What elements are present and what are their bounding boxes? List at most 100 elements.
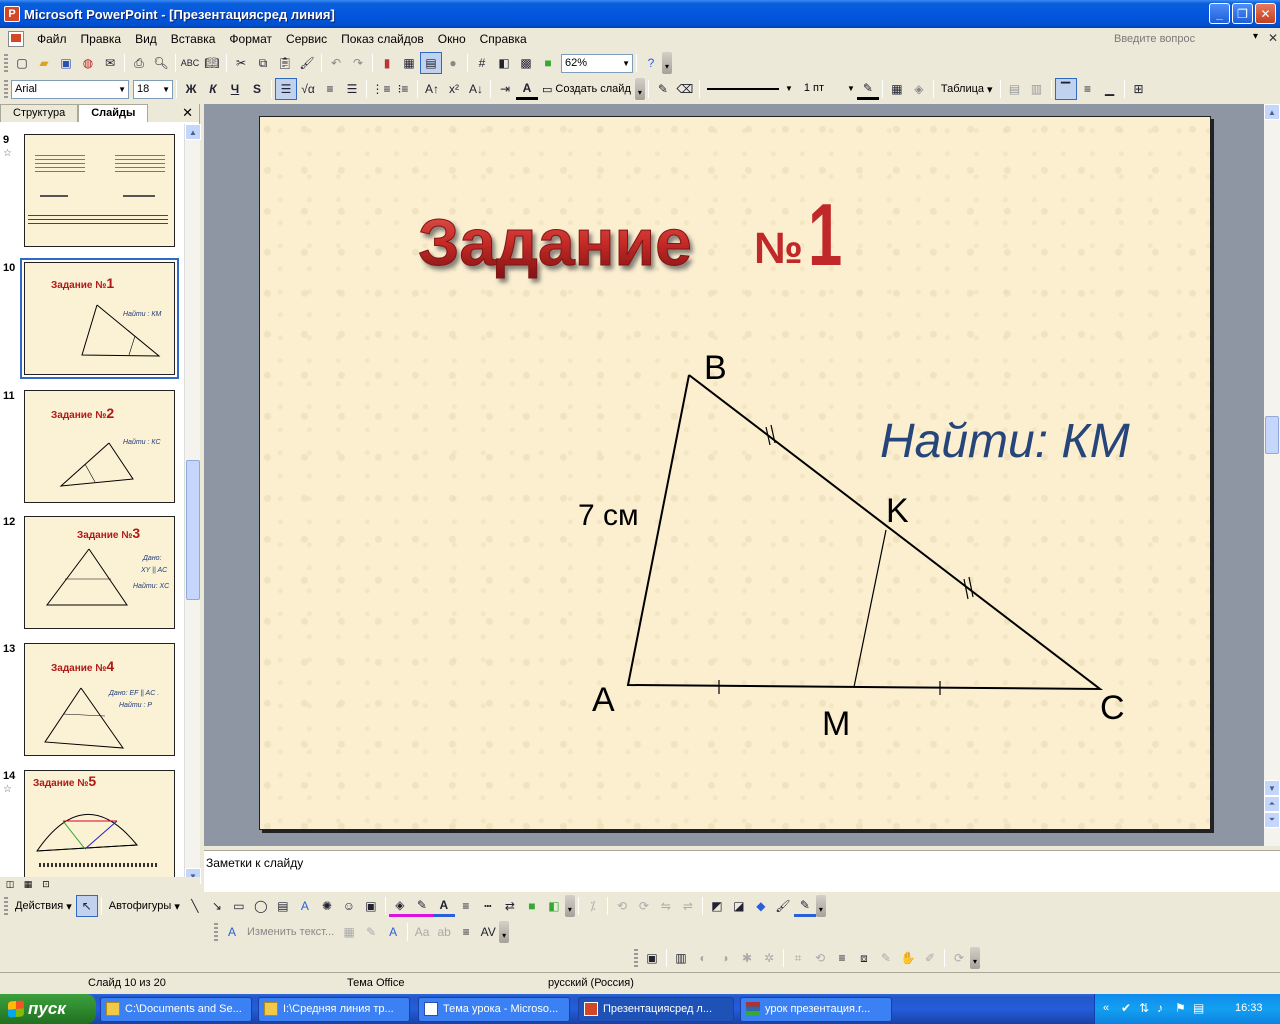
powerpoint-app-icon[interactable]: P [4, 6, 20, 22]
underline-icon[interactable]: Ч [224, 78, 246, 100]
border-color-icon[interactable]: ✎ [856, 78, 879, 100]
help-search-input[interactable]: Введите вопрос [1110, 30, 1260, 48]
line-style-icon[interactable]: ≡ [455, 895, 477, 917]
thumbnail-scrollbar[interactable]: ▲ ▼ [184, 124, 201, 884]
close-button[interactable]: ✕ [1255, 3, 1276, 24]
color-icon[interactable]: ▥ [670, 947, 692, 969]
clipart-icon[interactable]: ☺ [338, 895, 360, 917]
arrow-icon[interactable]: ↘ [206, 895, 228, 917]
panel-close-icon[interactable]: ✕ [182, 105, 193, 121]
toolbar-grip[interactable] [4, 54, 8, 72]
print-preview-icon[interactable]: 🔍︎ [150, 52, 172, 74]
reset-picture-icon[interactable]: ⟳ [948, 947, 970, 969]
format-painter-icon[interactable]: 🖌︎ [772, 895, 794, 917]
arrow-style-icon[interactable]: ⇄ [499, 895, 521, 917]
scroll-thumb[interactable] [186, 460, 200, 600]
toolbar-options-icon[interactable]: ▾ [662, 52, 672, 74]
toolbar-grip[interactable] [4, 80, 8, 98]
new-slide-button[interactable]: ▭ Создать слайд [538, 78, 635, 100]
align-center-icon[interactable]: ≡ [319, 78, 341, 100]
insert-table-row-icon[interactable]: ▤ [1004, 78, 1026, 100]
draw-table-icon[interactable]: ✎ [652, 78, 674, 100]
menu-file[interactable]: Файл [30, 29, 74, 49]
insert-picture-icon[interactable]: ▣ [641, 947, 663, 969]
vertical-text-icon[interactable]: ab [433, 921, 455, 943]
copy-icon[interactable]: ⧉ [252, 52, 274, 74]
notes-pane[interactable]: Заметки к слайду [204, 850, 1280, 892]
scroll-thumb[interactable] [1265, 416, 1279, 454]
insert-table-icon[interactable]: ▦ [398, 52, 420, 74]
send-backward-icon[interactable]: ◪ [728, 895, 750, 917]
edit-text-button[interactable]: Изменить текст... [243, 921, 338, 943]
toolbar-options-icon[interactable]: ▾ [815, 895, 826, 917]
line-color-icon[interactable]: ✎ [410, 895, 433, 917]
line-weight-select[interactable]: 1 пт ▼ [801, 80, 857, 99]
color-icon[interactable]: ■ [537, 52, 559, 74]
line-icon[interactable]: ╲ [184, 895, 206, 917]
restore-button[interactable]: ❐ [1232, 3, 1253, 24]
dash-style-icon[interactable]: ┅ [477, 895, 499, 917]
insert-chart-icon[interactable]: ▮ [376, 52, 398, 74]
alignment-icon[interactable]: ≡ [455, 921, 477, 943]
select-objects-icon[interactable]: ↖ [75, 895, 98, 917]
shadow-style-icon[interactable]: ■ [521, 895, 543, 917]
permission-icon[interactable]: ◍ [77, 52, 99, 74]
align-bottom-icon[interactable]: ▁ [1099, 78, 1121, 100]
fill-bucket-icon[interactable]: ◆ [750, 895, 772, 917]
email-icon[interactable]: ✉ [99, 52, 121, 74]
thumbnail-slide-11[interactable]: Задание №2 Найти : КС [24, 390, 175, 503]
picture-icon[interactable]: ▣ [360, 895, 382, 917]
redo-icon[interactable]: ↷ [347, 52, 369, 74]
taskbar-item-word[interactable]: Тема урока - Microso... [418, 997, 570, 1022]
bullets-icon[interactable]: ⁝≡ [392, 78, 414, 100]
cut-icon[interactable]: ✂ [230, 52, 252, 74]
flip-horizontal-icon[interactable]: ⇋ [655, 895, 677, 917]
textbox-icon[interactable]: ▤ [272, 895, 294, 917]
line-style-select[interactable]: ▼ [703, 80, 795, 99]
align-top-icon[interactable]: ▔ [1054, 78, 1077, 100]
help-icon[interactable]: ? [640, 52, 662, 74]
taskbar-item-powerpoint[interactable]: Презентациясред л... [578, 997, 734, 1022]
thumbnail-slide-13[interactable]: Задание №4 Дано: EF || AC . Найти : P [24, 643, 175, 756]
menu-slideshow[interactable]: Показ слайдов [334, 29, 431, 49]
menu-edit[interactable]: Правка [74, 29, 129, 49]
new-icon[interactable]: ▢ [11, 52, 33, 74]
expand-all-icon[interactable]: ▤ [420, 52, 442, 74]
toolbar-options-icon[interactable]: ▾ [634, 78, 645, 100]
tray-clock[interactable]: 16:33 [1235, 1002, 1263, 1014]
actions-menu[interactable]: Действия ▾ [11, 895, 76, 917]
decrease-font-icon[interactable]: A↓ [465, 78, 487, 100]
fill-color-icon[interactable]: ◈ [388, 895, 411, 917]
fill-color-icon[interactable]: ◈ [908, 78, 930, 100]
table-menu[interactable]: Таблица ▾ [937, 78, 997, 100]
eraser-icon[interactable]: ⌫ [674, 78, 696, 100]
compress-icon[interactable]: ⧈ [853, 947, 875, 969]
minimize-button[interactable]: _ [1209, 3, 1230, 24]
toolbar-options-icon[interactable]: ▾ [564, 895, 575, 917]
more-contrast-icon[interactable]: ◐ [692, 947, 714, 969]
font-select[interactable]: Arial ▼ [11, 79, 129, 99]
research-icon[interactable]: 📖︎ [201, 52, 223, 74]
increase-indent-icon[interactable]: ⇥ [494, 78, 516, 100]
menu-window[interactable]: Окно [431, 29, 473, 49]
paste-icon[interactable]: 📋︎ [274, 52, 296, 74]
line-style-icon[interactable]: ≡ [831, 947, 853, 969]
flip-vertical-icon[interactable]: ⇌ [677, 895, 699, 917]
spelling-icon[interactable]: ABC [179, 52, 201, 74]
thumbnail-slide-12[interactable]: Задание №3 Дано: XY || AC Найти: XC [24, 516, 175, 629]
thumbnail-slide-14[interactable]: Задание №5 [24, 770, 175, 882]
shadow-icon[interactable]: S [246, 78, 268, 100]
oval-icon[interactable]: ◯ [250, 895, 272, 917]
bold-icon[interactable]: Ж [180, 78, 202, 100]
grid-icon[interactable]: ▩ [515, 52, 537, 74]
scroll-up-icon[interactable]: ▲ [1264, 104, 1280, 120]
toolbar-grip[interactable] [4, 897, 8, 915]
increase-font-icon[interactable]: A↑ [421, 78, 443, 100]
wordart-shape-icon[interactable]: A [382, 921, 404, 943]
font-color-icon[interactable]: A [516, 78, 538, 100]
scroll-down-icon[interactable]: ▼ [1264, 780, 1280, 796]
align-middle-icon[interactable]: ≡ [1077, 78, 1099, 100]
toolbar-grip[interactable] [214, 923, 218, 941]
font-size-select[interactable]: 18 ▼ [133, 79, 173, 99]
format-wordart-icon[interactable]: ✎ [360, 921, 382, 943]
